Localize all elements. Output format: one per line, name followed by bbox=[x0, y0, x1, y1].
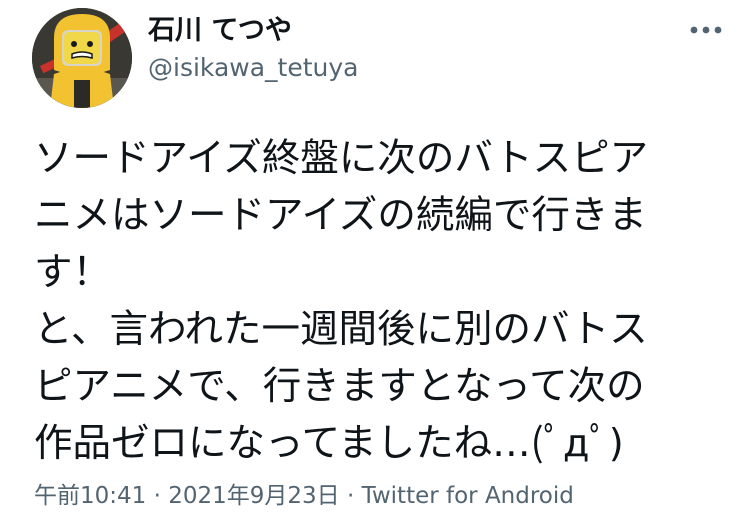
tweet: 石川 てつや @isikawa_tetuya ソードアイズ終盤に次のバトスピア … bbox=[0, 0, 750, 524]
meta-separator: · bbox=[346, 483, 355, 509]
tweet-text-line: ソードアイズ終盤に次のバトスピア bbox=[34, 136, 649, 181]
tweet-text: ソードアイズ終盤に次のバトスピア ニメはソードアイズの続編で行きま す！ と、言… bbox=[34, 130, 734, 472]
more-horizontal-icon bbox=[690, 26, 722, 34]
tweet-text-line: す！ bbox=[34, 250, 112, 295]
tweet-text-line: 作品ゼロになってましたね…(ﾟдﾟ) bbox=[34, 421, 624, 466]
tweet-metadata: 午前10:41 · 2021年9月23日 · Twitter for Andro… bbox=[34, 480, 574, 512]
tweet-text-line: ニメはソードアイズの続編で行きま bbox=[34, 193, 647, 238]
tweet-text-line: ピアニメで、行きますとなって次の bbox=[34, 364, 645, 409]
more-options-button[interactable] bbox=[684, 8, 728, 52]
author-handle[interactable]: @isikawa_tetuya bbox=[148, 52, 359, 84]
tweet-source-link[interactable]: Twitter for Android bbox=[362, 483, 574, 509]
tweet-text-line: と、言われた一週間後に別のバトス bbox=[34, 307, 648, 352]
avatar[interactable] bbox=[32, 8, 132, 108]
hazmat-minifigure-avatar bbox=[32, 8, 132, 108]
tweet-date[interactable]: 2021年9月23日 bbox=[168, 483, 339, 509]
tweet-time[interactable]: 午前10:41 bbox=[34, 483, 146, 509]
meta-separator: · bbox=[153, 483, 161, 509]
author-display-name[interactable]: 石川 てつや bbox=[148, 14, 292, 48]
